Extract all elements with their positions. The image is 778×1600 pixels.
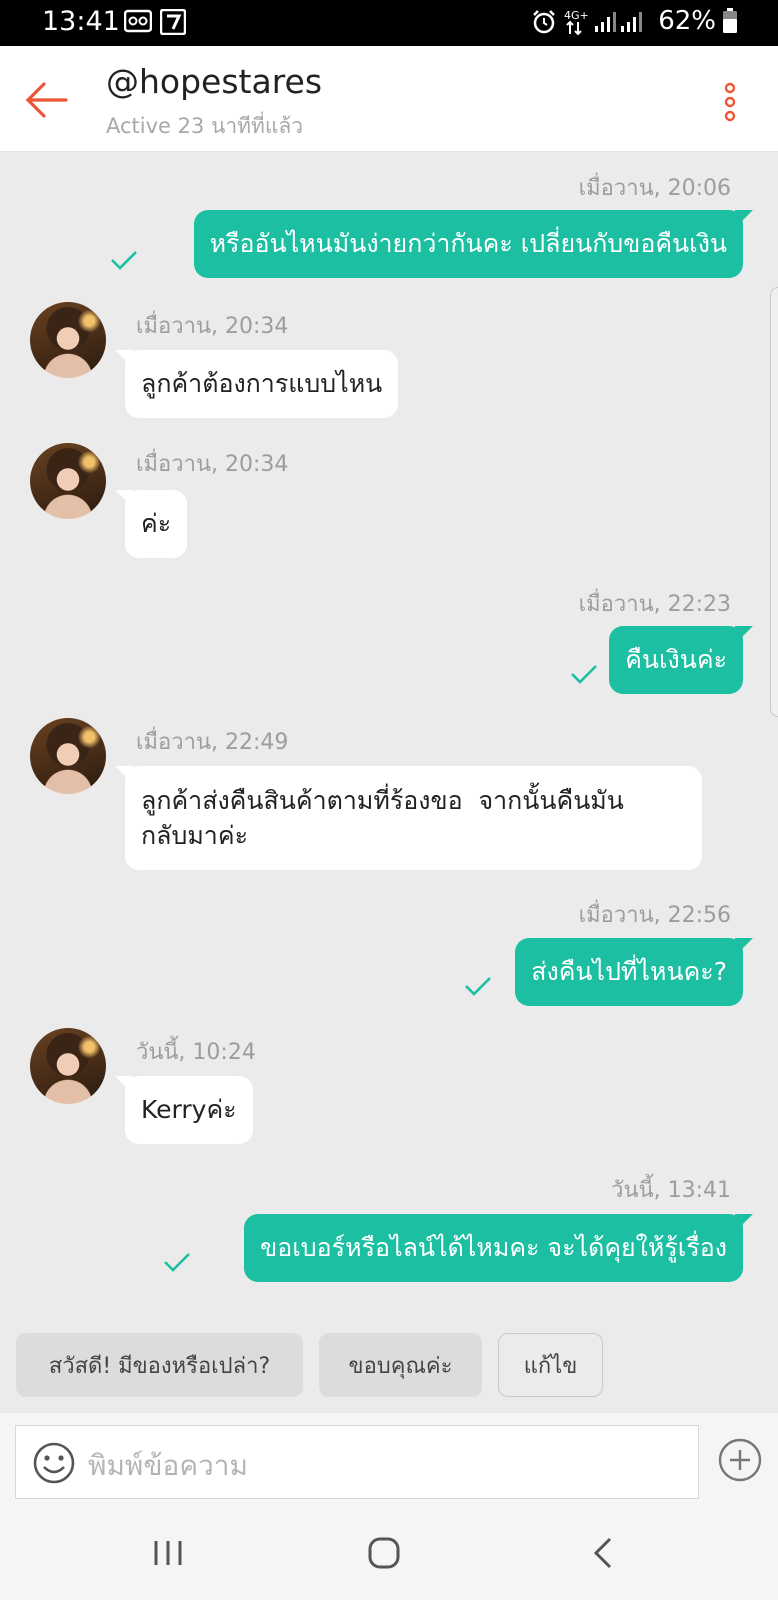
avatar[interactable] <box>30 718 106 794</box>
chat-header: @hopestares Active 23 นาทีที่แล้ว <box>0 46 778 152</box>
smiley-icon[interactable] <box>32 1441 76 1485</box>
status-bar: 13:41 4G+ 62% <box>0 0 778 46</box>
avatar[interactable] <box>30 1028 106 1104</box>
incoming-message[interactable]: ลูกค้าส่งคืนสินค้าตามที่ร้องขอ จากนั้นคื… <box>115 766 702 870</box>
outgoing-message[interactable]: ขอเบอร์หรือไลน์ได้ไหมคะ จะได้คุยให้รู้เร… <box>244 1214 753 1282</box>
store-7eleven-icon <box>159 8 187 39</box>
message-list[interactable]: เมื่อวาน, 20:06 หรืออันไหนมันง่ายกว่ากัน… <box>0 152 778 1322</box>
incoming-message[interactable]: ลูกค้าต้องการแบบไหน <box>114 350 399 418</box>
message-timestamp: เมื่อวาน, 20:34 <box>136 452 289 477</box>
alarm-icon <box>531 9 557 39</box>
battery-icon <box>722 8 738 38</box>
glasses-icon <box>123 9 153 37</box>
message-timestamp: วันนี้, 10:24 <box>136 1040 256 1065</box>
active-status: Active 23 นาทีที่แล้ว <box>106 114 304 138</box>
outgoing-message[interactable]: หรืออันไหนมันง่ายกว่ากันคะ เปลี่ยนกับขอค… <box>193 210 754 278</box>
scrollbar[interactable] <box>770 287 778 717</box>
check-icon <box>164 1253 190 1272</box>
avatar[interactable] <box>30 302 106 378</box>
chat-title[interactable]: @hopestares <box>106 62 322 101</box>
composer: พิมพ์ข้อความ <box>0 1413 778 1509</box>
message-line: กลับมาค่ะ <box>141 821 248 850</box>
message-timestamp: เมื่อวาน, 22:23 <box>578 592 731 617</box>
check-icon <box>571 665 597 684</box>
signal-icon <box>593 10 645 38</box>
message-timestamp: เมื่อวาน, 22:49 <box>136 730 289 755</box>
input-placeholder: พิมพ์ข้อความ <box>88 1449 248 1482</box>
message-timestamp: เมื่อวาน, 22:56 <box>578 903 731 928</box>
message-line: ลูกค้าส่งคืนสินค้าตามที่ร้องขอ จากนั้นคื… <box>141 786 624 815</box>
incoming-message[interactable]: ค่ะ <box>114 490 188 558</box>
4g-icon: 4G+ <box>562 8 589 40</box>
battery-percent: 62% <box>658 6 716 36</box>
check-icon <box>111 251 137 270</box>
message-timestamp: เมื่อวาน, 20:06 <box>578 176 731 201</box>
outgoing-message[interactable]: ส่งคืนไปที่ไหนคะ? <box>515 938 753 1006</box>
message-timestamp: เมื่อวาน, 20:34 <box>136 314 289 339</box>
avatar[interactable] <box>30 443 106 519</box>
quick-reply-thanks[interactable]: ขอบคุณค่ะ <box>319 1333 482 1397</box>
system-nav-bar <box>0 1509 778 1600</box>
quick-reply-edit[interactable]: แก้ไข <box>498 1333 603 1397</box>
message-timestamp: วันนี้, 13:41 <box>611 1178 731 1203</box>
more-vertical-icon[interactable] <box>722 78 738 126</box>
check-icon <box>465 977 491 996</box>
status-time: 13:41 <box>42 6 120 37</box>
plus-circle-icon[interactable] <box>717 1437 763 1483</box>
recent-apps-icon[interactable] <box>150 1535 186 1575</box>
back-arrow-icon[interactable] <box>22 76 70 124</box>
quick-reply-greeting[interactable]: สวัสดี! มีของหรือเปล่า? <box>16 1333 303 1397</box>
svg-text:4G+: 4G+ <box>564 9 588 22</box>
back-icon[interactable] <box>588 1535 618 1575</box>
outgoing-message[interactable]: คืนเงินค่ะ <box>609 626 753 694</box>
message-input[interactable]: พิมพ์ข้อความ <box>15 1425 699 1499</box>
incoming-message[interactable]: Kerryค่ะ <box>115 1076 253 1144</box>
home-icon[interactable] <box>366 1535 402 1575</box>
